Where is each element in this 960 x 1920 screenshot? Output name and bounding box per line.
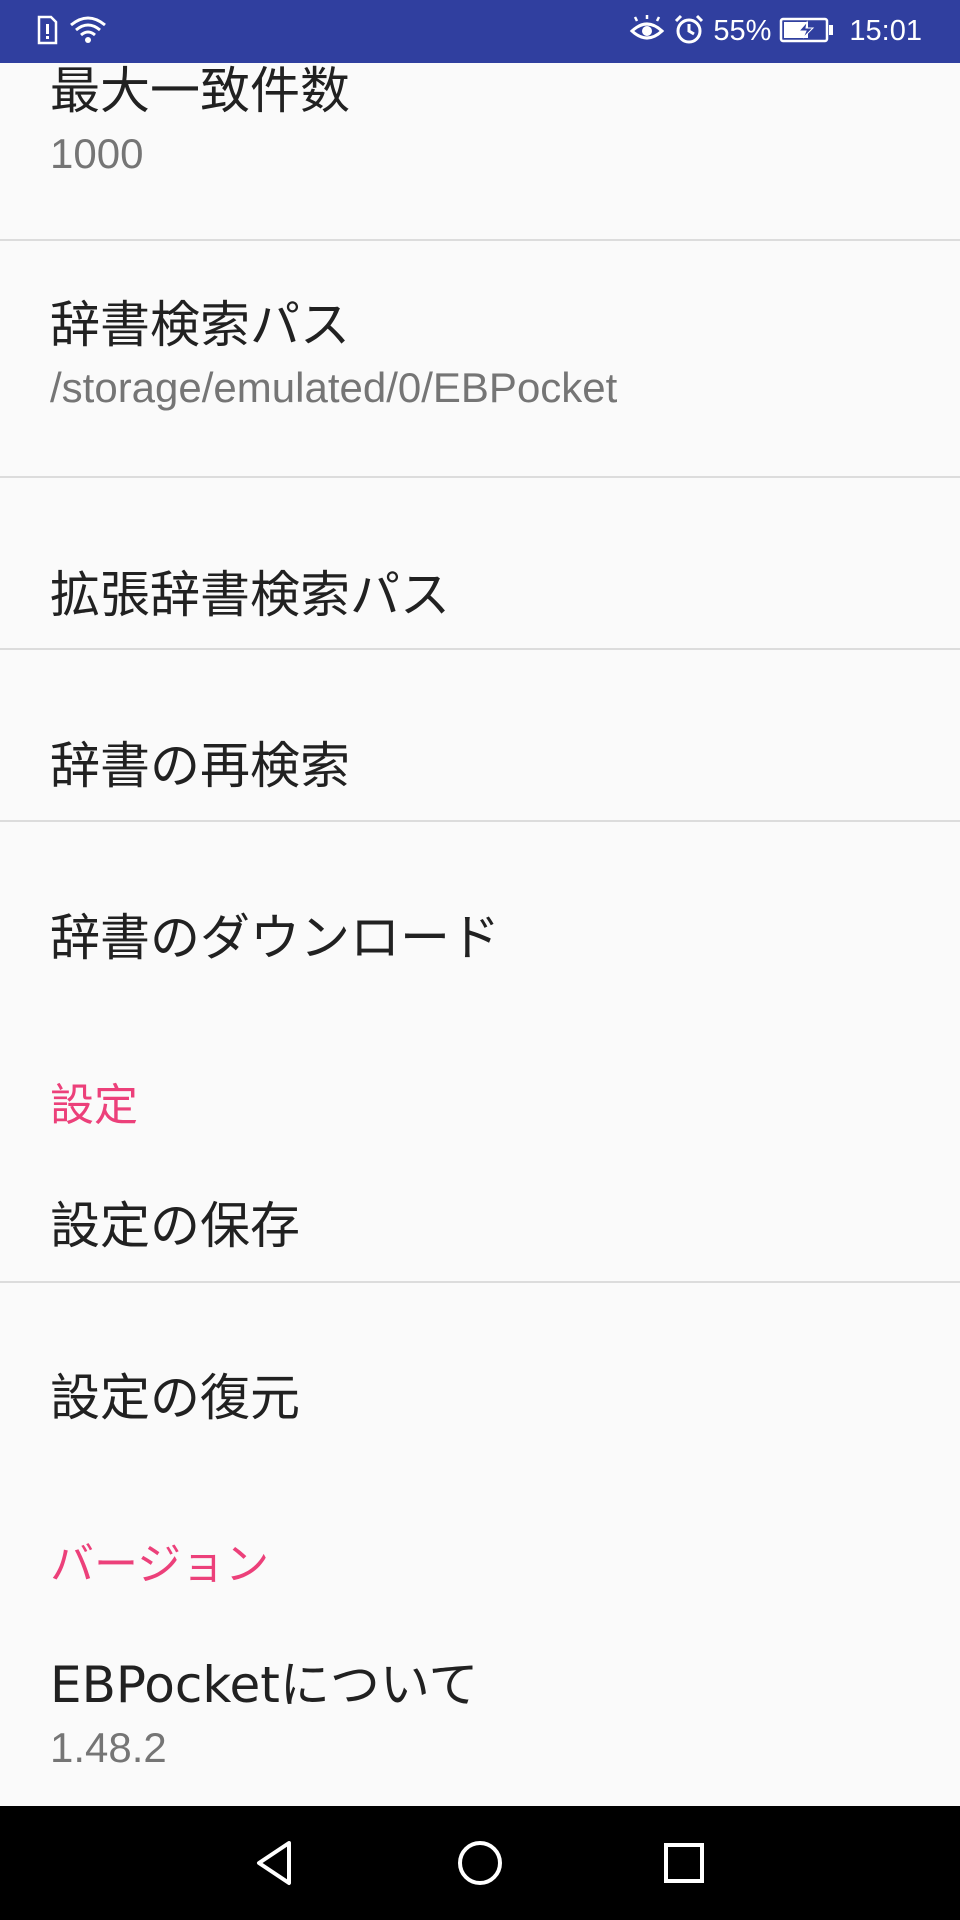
navigation-bar — [0, 1806, 960, 1920]
section-header-settings: 設定 — [50, 1080, 138, 1131]
pref-download-dictionaries[interactable]: 辞書のダウンロード — [0, 906, 960, 970]
pref-title: EBPocketについて — [50, 1656, 479, 1714]
pref-title: 拡張辞書検索パス — [50, 566, 450, 624]
back-icon[interactable] — [244, 1833, 304, 1893]
battery-percent: 55% — [713, 15, 772, 47]
divider — [0, 476, 960, 478]
home-icon[interactable] — [450, 1833, 510, 1893]
pref-title: 設定の保存 — [50, 1197, 300, 1255]
sim-alert-icon — [36, 15, 58, 49]
status-bar: 55% 15:01 — [0, 0, 960, 63]
battery-charging-icon — [779, 16, 835, 48]
eye-comfort-icon — [629, 14, 665, 49]
pref-dictionary-search-path[interactable]: 辞書検索パス /storage/emulated/0/EBPocket — [0, 293, 960, 415]
section-header-version: バージョン — [50, 1539, 270, 1590]
preference-list[interactable]: 最大一致件数 1000 辞書検索パス /storage/emulated/0/E… — [0, 63, 960, 1806]
wifi-icon — [68, 15, 108, 49]
pref-summary: 1000 — [50, 130, 144, 177]
pref-title: 設定の復元 — [50, 1369, 300, 1427]
divider — [0, 820, 960, 822]
recents-icon[interactable] — [654, 1833, 714, 1893]
pref-title: 辞書のダウンロード — [50, 909, 500, 967]
clock: 15:01 — [849, 15, 922, 47]
status-bar-left — [36, 15, 118, 49]
status-bar-right: 55% 15:01 — [621, 14, 922, 50]
pref-about-ebpocket[interactable]: EBPocketについて 1.48.2 — [0, 1653, 960, 1775]
pref-title: 最大一致件数 — [50, 63, 350, 120]
pref-restore-settings[interactable]: 設定の復元 — [0, 1366, 960, 1430]
pref-rescan-dictionaries[interactable]: 辞書の再検索 — [0, 734, 960, 798]
pref-title: 辞書検索パス — [50, 296, 350, 354]
pref-save-settings[interactable]: 設定の保存 — [0, 1194, 960, 1258]
divider — [0, 1281, 960, 1283]
pref-summary: /storage/emulated/0/EBPocket — [50, 364, 618, 411]
pref-max-matches[interactable]: 最大一致件数 1000 — [0, 63, 960, 181]
pref-summary: 1.48.2 — [50, 1724, 167, 1771]
divider — [0, 239, 960, 241]
pref-extended-search-path[interactable]: 拡張辞書検索パス — [0, 563, 960, 627]
alarm-icon — [673, 14, 705, 50]
pref-title: 辞書の再検索 — [50, 737, 350, 795]
divider — [0, 648, 960, 650]
